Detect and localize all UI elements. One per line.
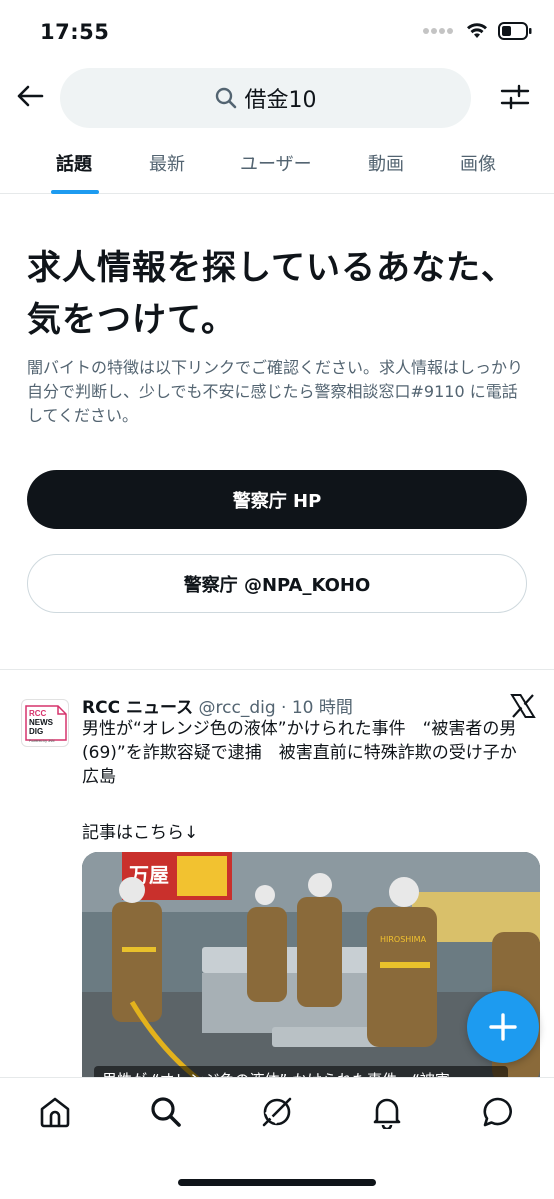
search-query: 借金10 xyxy=(244,88,317,113)
notice-title: 求人情報を探しているあなた、気をつけて。 xyxy=(27,248,516,340)
rcc-news-dig-logo: RCC NEWS DIG Powered by JNN xyxy=(25,705,67,743)
search-icon xyxy=(215,87,236,109)
search-settings-button[interactable] xyxy=(498,80,532,114)
tweet-header: RCC ニュース @rcc_dig · 10 時間 xyxy=(82,693,353,718)
search-tabs: 話題 最新 ユーザー 動画 画像 xyxy=(0,136,554,194)
bell-icon[interactable] xyxy=(370,1095,404,1129)
photo-helmet-text: HIROSHIMA xyxy=(380,935,427,944)
back-button[interactable] xyxy=(12,78,48,114)
compose-button[interactable] xyxy=(467,991,539,1063)
search-nav-icon[interactable] xyxy=(149,1095,183,1129)
tab-images[interactable]: 画像 xyxy=(460,150,496,176)
messages-icon[interactable] xyxy=(481,1095,515,1129)
status-bar: 17:55 xyxy=(0,0,554,62)
avatar-text-news: NEWS xyxy=(29,718,54,727)
tab-users[interactable]: ユーザー xyxy=(240,150,312,176)
status-time: 17:55 xyxy=(40,20,110,44)
avatar-text-powered: Powered by JNN xyxy=(29,739,55,743)
grok-icon[interactable] xyxy=(260,1095,294,1129)
search-input[interactable]: 借金10 xyxy=(60,68,471,128)
avatar-text-dig: DIG xyxy=(29,727,43,736)
avatar-text-rcc: RCC xyxy=(29,709,47,718)
battery-icon xyxy=(498,22,532,40)
sliders-icon xyxy=(500,84,530,110)
signal-icon xyxy=(423,28,453,34)
safety-notice: 求人情報を探しているあなた、気をつけて。 闇バイトの特徴は以下リンクでご確認くだ… xyxy=(0,194,554,670)
tab-latest[interactable]: 最新 xyxy=(149,150,185,176)
home-indicator xyxy=(178,1179,376,1186)
wifi-icon xyxy=(467,23,487,38)
notice-body: 闇バイトの特徴は以下リンクでご確認ください。求人情報はしっかり自分で判断し、少し… xyxy=(27,358,524,425)
tab-videos[interactable]: 動画 xyxy=(368,150,404,176)
top-bar: 借金10 xyxy=(0,66,554,130)
police-account-button[interactable]: 警察庁 @NPA_KOHO xyxy=(27,554,527,613)
tweet-text: 男性が“オレンジ色の液体”かけられた事件 “被害者の男(69)”を詐欺容疑で逮捕… xyxy=(82,719,534,787)
home-icon[interactable] xyxy=(38,1095,72,1129)
arrow-left-icon xyxy=(17,85,44,107)
media-caption: 男性が “オレンジ色の液体” かけられた事件 “被害… xyxy=(94,1066,508,1077)
tweet-author-name[interactable]: RCC ニュース xyxy=(82,698,193,718)
police-hp-button[interactable]: 警察庁 HP xyxy=(27,470,527,529)
tab-top[interactable]: 話題 xyxy=(56,150,92,176)
plus-icon xyxy=(489,1013,517,1041)
status-icons xyxy=(422,22,532,40)
tweet-handle-time: @rcc_dig · 10 時間 xyxy=(198,698,353,718)
avatar[interactable]: RCC NEWS DIG Powered by JNN xyxy=(21,699,69,747)
tweet-text-link-intro: 記事はこちら↓ xyxy=(82,823,199,843)
x-logo-icon xyxy=(510,694,536,718)
